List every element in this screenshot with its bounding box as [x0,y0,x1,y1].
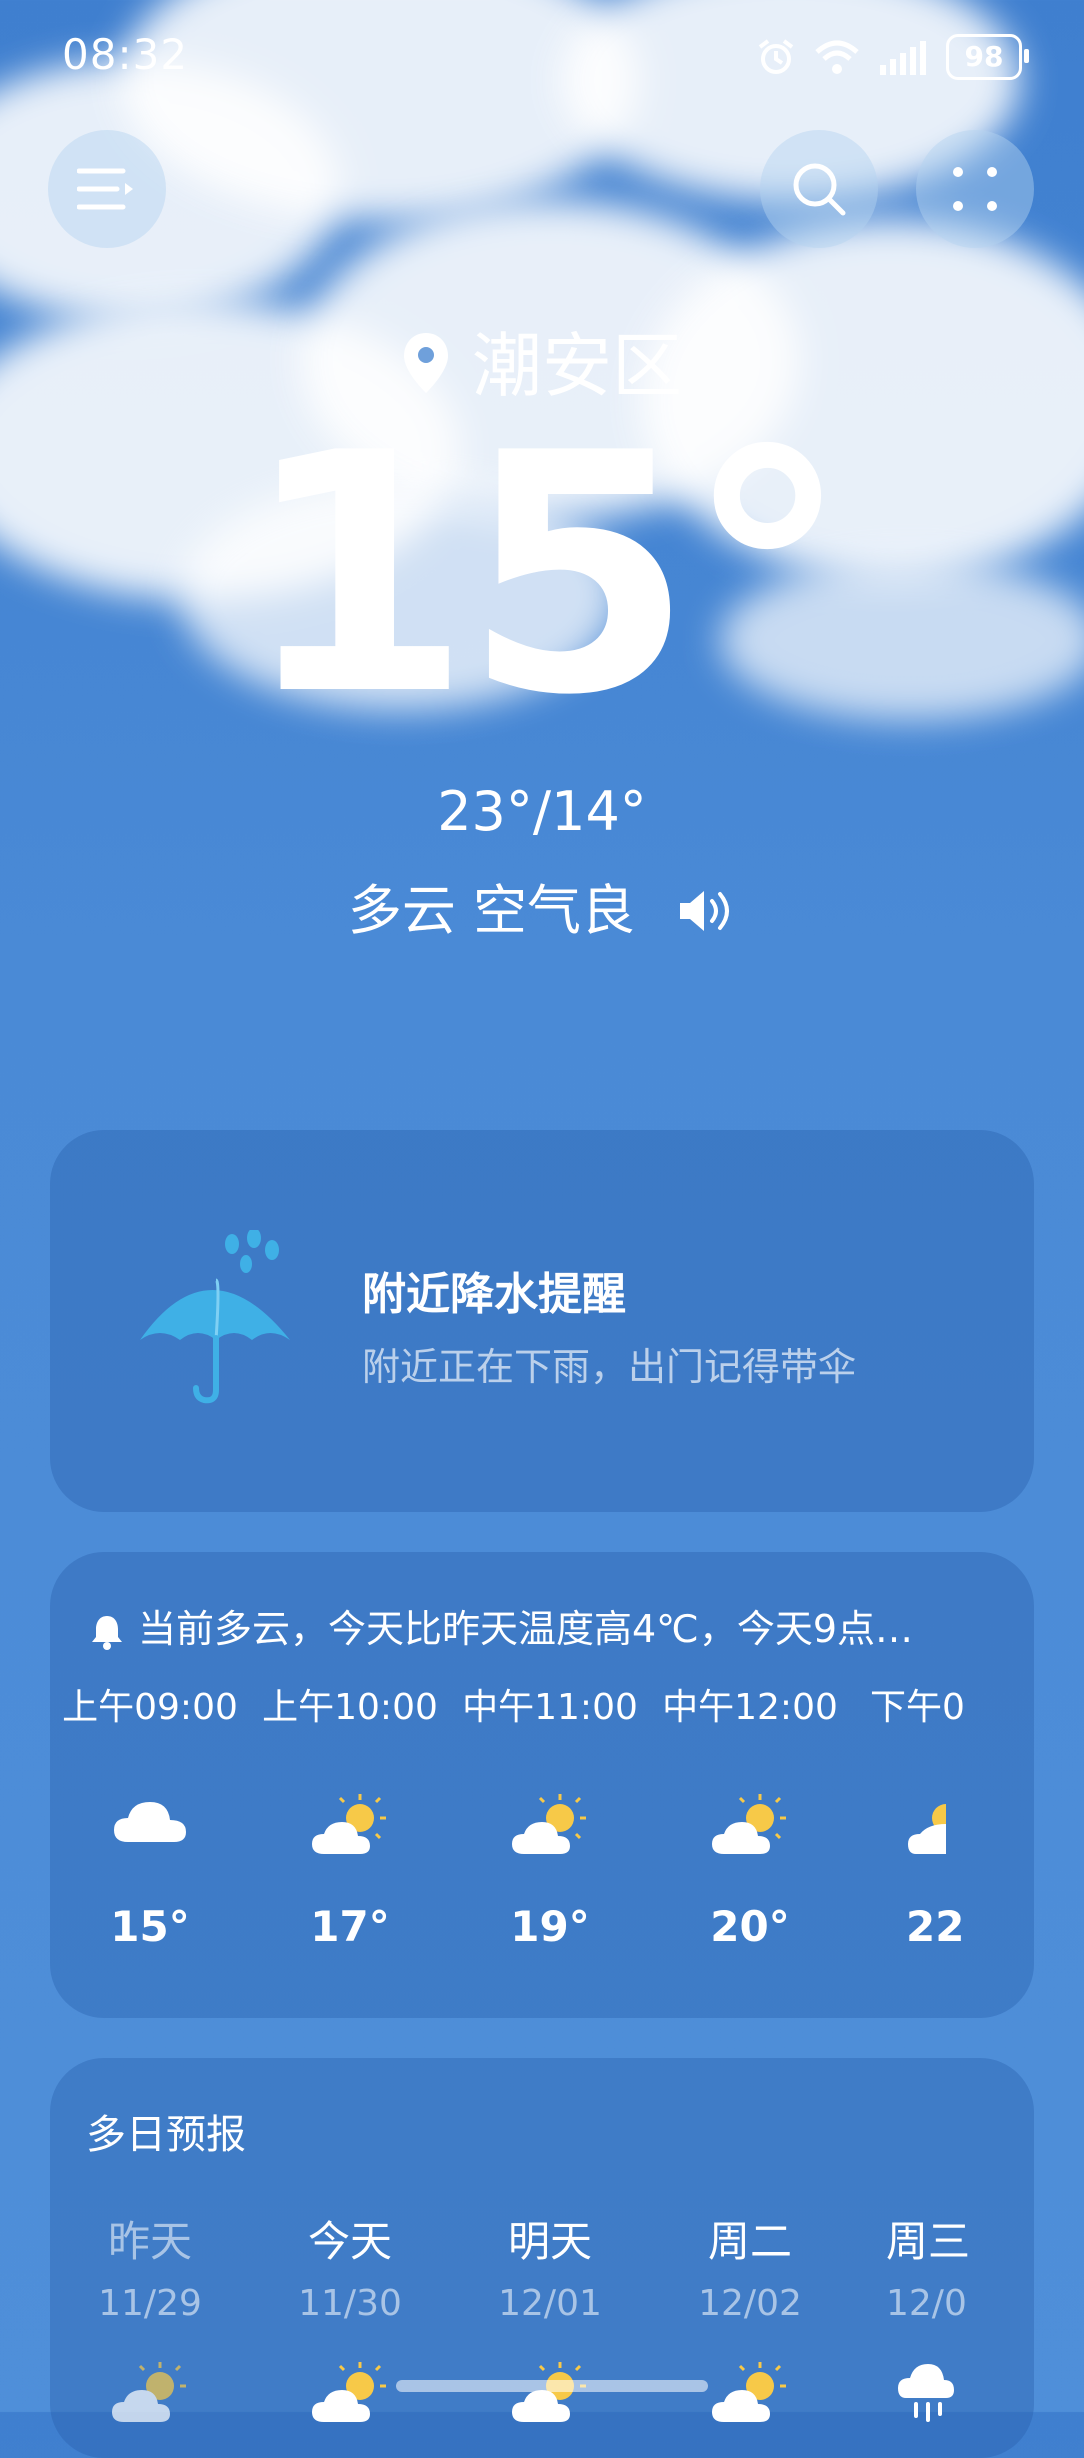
precipitation-alert-card[interactable]: 附近降水提醒 附近正在下雨，出门记得带伞 [50,1130,1034,1512]
hourly-item: 上午09:00 15° [50,1678,250,1951]
day-name: 今天 [307,2217,392,2266]
partly-sunny-icon [908,1804,946,1854]
day-name: 昨天 [107,2217,192,2266]
condition-line: 多云 空气良 [0,866,1084,946]
hourly-summary: 当前多云，今天比昨天温度高4℃，今天9点… [90,1598,1010,1653]
hourly-summary-text: 当前多云，今天比昨天温度高4℃，今天9点… [138,1607,914,1651]
day-name: 明天 [507,2217,592,2266]
speaker-icon[interactable] [678,883,736,946]
day-item: 明天 12/01 [450,2208,650,2438]
partly-sunny-icon [512,1794,586,1854]
rain-icon [898,2364,954,2422]
status-bar: 08:32 98 [0,0,1084,110]
hour-label: 上午10:00 [262,1687,438,1728]
hour-label: 中午11:00 [462,1687,638,1728]
condition-text: 多云 空气良 [347,879,635,942]
partly-sunny-icon [312,1794,386,1854]
day-item: 昨天 11/29 [50,2208,250,2438]
more-button[interactable] [916,130,1034,248]
day-date: 12/02 [698,2283,802,2324]
hour-temperature: 22 [906,1902,965,1951]
hour-temperature: 17° [310,1902,390,1951]
partly-sunny-icon [112,2362,186,2422]
menu-button[interactable] [48,130,166,248]
status-icons: 98 [756,34,1029,80]
hour-label: 下午0 [870,1687,965,1728]
alert-title: 附近降水提醒 [362,1269,626,1320]
hour-label: 中午12:00 [662,1687,838,1728]
day-name: 周三 [886,2217,971,2266]
hourly-item: 下午0 22 [850,1678,1034,1951]
hour-temperature: 19° [510,1902,590,1951]
day-date: 12/0 [886,2283,967,2324]
day-date: 12/01 [498,2283,602,2324]
daily-title: 多日预报 [86,2112,246,2158]
hour-temperature: 15° [110,1902,190,1951]
day-item: 今天 11/30 [250,2208,450,2438]
alert-subtitle: 附近正在下雨，出门记得带伞 [362,1345,857,1389]
wifi-icon [815,40,859,74]
search-button[interactable] [760,130,878,248]
day-date: 11/29 [98,2283,202,2324]
battery-indicator: 98 [946,34,1029,80]
hourly-item: 中午12:00 20° [650,1678,850,1951]
bell-icon [92,1615,122,1650]
day-date: 11/30 [298,2283,402,2324]
hourly-item: 上午10:00 17° [250,1678,450,1951]
hour-temperature: 20° [710,1902,790,1951]
partly-sunny-icon [512,2362,586,2422]
high-low-temperature: 23°/14° [437,780,647,843]
partly-sunny-icon [712,1794,786,1854]
home-indicator[interactable] [396,2380,708,2392]
status-time: 08:32 [62,30,189,79]
hourly-item: 中午11:00 19° [450,1678,650,1951]
umbrella-rain-icon [130,1228,310,1414]
alarm-icon [758,39,794,74]
search-icon [793,163,846,216]
grid-dots-icon [953,167,997,211]
current-temperature: 15° [241,383,850,767]
day-item: 周二 12/02 [650,2208,850,2438]
day-item: 周三 12/0 [850,2208,1034,2438]
day-name: 周二 [707,2217,792,2266]
partly-sunny-icon [712,2362,786,2422]
daily-forecast-card[interactable]: 多日预报 昨天 11/29 今天 11/30 明天 12/01 周二 12/02… [50,2058,1034,2458]
hour-label: 上午09:00 [62,1687,238,1728]
partly-sunny-icon [312,2362,386,2422]
hourly-forecast-card[interactable]: 当前多云，今天比昨天温度高4℃，今天9点… 上午09:00 15° 上午10:0… [50,1552,1034,2018]
signal-icon [880,41,926,75]
menu-icon [77,168,133,210]
cloudy-icon [114,1802,186,1842]
